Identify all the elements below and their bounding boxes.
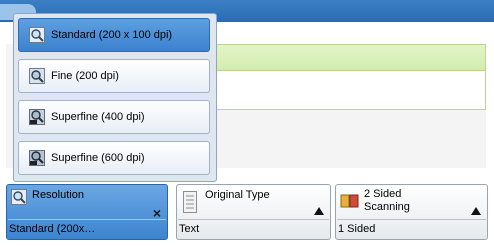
divider bbox=[8, 219, 166, 220]
magnifier-standard-icon bbox=[29, 27, 45, 43]
divider bbox=[337, 219, 486, 220]
two-sided-label: 2 Sided Scanning bbox=[364, 188, 410, 213]
option-superfine-400[interactable]: Superfine (400 dpi) bbox=[18, 100, 210, 134]
resolution-button[interactable]: Resolution × Standard (200x… bbox=[6, 184, 168, 240]
option-standard[interactable]: Standard (200 x 100 dpi) bbox=[18, 18, 210, 52]
divider bbox=[178, 219, 329, 220]
magnifier-400-icon bbox=[29, 109, 45, 125]
up-arrow-icon[interactable] bbox=[314, 207, 324, 215]
two-sided-icon bbox=[340, 194, 359, 208]
up-arrow-icon[interactable] bbox=[471, 207, 481, 215]
resolution-label: Resolution bbox=[32, 189, 84, 201]
option-label: Standard (200 x 100 dpi) bbox=[51, 29, 173, 41]
option-superfine-600[interactable]: Superfine (600 dpi) bbox=[18, 141, 210, 175]
option-fine[interactable]: Fine (200 dpi) bbox=[18, 59, 210, 93]
resolution-icon bbox=[11, 189, 27, 205]
magnifier-600-icon bbox=[29, 150, 45, 166]
option-label: Superfine (600 dpi) bbox=[51, 152, 145, 164]
resolution-dropdown: Standard (200 x 100 dpi) Fine (200 dpi) … bbox=[13, 13, 217, 182]
document-icon bbox=[183, 191, 197, 213]
two-sided-scanning-button[interactable]: 2 Sided Scanning 1 Sided bbox=[335, 184, 488, 240]
header-bar bbox=[210, 44, 486, 71]
original-type-button[interactable]: Original Type Text bbox=[176, 184, 331, 240]
resolution-value: Standard (200x… bbox=[9, 223, 96, 235]
option-label: Fine (200 dpi) bbox=[51, 70, 119, 82]
original-type-label: Original Type bbox=[205, 189, 270, 201]
original-type-value: Text bbox=[179, 223, 200, 235]
content-box bbox=[210, 70, 486, 110]
two-sided-value: 1 Sided bbox=[338, 223, 376, 235]
magnifier-fine-icon bbox=[29, 68, 45, 84]
option-label: Superfine (400 dpi) bbox=[51, 111, 145, 123]
